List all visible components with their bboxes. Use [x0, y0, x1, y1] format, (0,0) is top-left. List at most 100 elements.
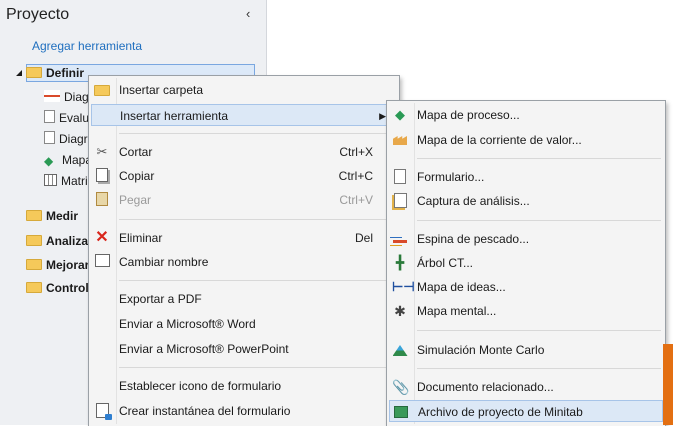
folder-icon: [26, 282, 42, 293]
submenu-item-monte-carlo[interactable]: Simulación Monte Carlo: [387, 339, 665, 361]
menu-item-label: Simulación Monte Carlo: [417, 343, 545, 357]
menu-item-label: Crear instantánea del formulario: [119, 404, 291, 418]
submenu-item-fishbone[interactable]: Espina de pescado...: [387, 228, 665, 250]
context-menu: Insertar carpeta Insertar herramienta ▶ …: [88, 75, 400, 426]
menu-item-label: Insertar herramienta: [120, 109, 229, 123]
tree-label: Mejorar: [46, 258, 88, 272]
add-tool-link[interactable]: Agregar herramienta: [32, 39, 142, 53]
folder-icon: [26, 210, 42, 221]
process-map-icon: ◆: [44, 154, 54, 168]
submenu-item-ct-tree[interactable]: ╋ Árbol CT...: [387, 252, 665, 274]
copy-icon: [94, 168, 110, 184]
mind-map-icon: ✱: [394, 303, 406, 319]
menu-item-label: Mapa de la corriente de valor...: [417, 133, 582, 147]
menu-item-insert-folder[interactable]: Insertar carpeta: [89, 79, 399, 101]
ct-tree-icon: ╋: [396, 255, 404, 270]
menu-item-label: Pegar: [119, 193, 152, 207]
folder-icon: [26, 67, 42, 78]
idea-map-icon: ⊢⊣: [392, 279, 415, 294]
menu-item-rename[interactable]: Cambiar nombre: [89, 251, 399, 273]
rename-icon: [94, 254, 110, 270]
menu-separator: [417, 158, 661, 159]
menu-item-label: Copiar: [119, 169, 155, 183]
menu-item-set-form-icon[interactable]: Establecer icono de formulario: [89, 375, 399, 397]
orange-accent-strip: [663, 344, 673, 425]
tree-label: Diagrama: [64, 90, 88, 104]
menu-separator: [417, 368, 661, 369]
minitab-project-icon: [393, 404, 409, 420]
menu-item-copy[interactable]: Copiar Ctrl+C: [89, 165, 399, 187]
tree-label: Definir: [46, 66, 85, 80]
tree-item-mapa[interactable]: ◆ Mapa: [44, 151, 88, 169]
fishbone-icon: [392, 231, 408, 247]
tree-item-diagrama-1[interactable]: Diagrama: [44, 88, 88, 106]
submenu-item-form[interactable]: Formulario...: [387, 166, 665, 188]
tree-folder-medir[interactable]: Medir: [26, 207, 88, 225]
folder-icon: [26, 259, 42, 270]
menu-item-label: Mapa de ideas...: [417, 280, 506, 294]
paperclip-icon: 📎: [392, 379, 410, 395]
tree-label: Diagrama: [59, 132, 88, 146]
tree-folder-mejorar[interactable]: Mejorar: [26, 256, 88, 274]
menu-item-label: Eliminar: [119, 231, 163, 245]
tree-item-evaluacion[interactable]: Evaluación: [44, 109, 88, 127]
menu-item-form-snapshot[interactable]: Crear instantánea del formulario: [89, 400, 399, 422]
tree-folder-analizar[interactable]: Analizar: [26, 232, 88, 250]
submenu-arrow-icon: ▶: [379, 111, 386, 121]
submenu-item-process-map[interactable]: ◆ Mapa de proceso...: [387, 104, 665, 126]
snapshot-icon: [94, 403, 112, 420]
menu-separator: [119, 367, 395, 368]
folder-icon: [94, 82, 110, 98]
menu-item-cut[interactable]: ✂ Cortar Ctrl+X: [89, 141, 399, 163]
form-icon: [392, 169, 408, 185]
collapse-panel-icon[interactable]: ‹: [246, 6, 250, 21]
menu-item-label: Cortar: [119, 145, 153, 159]
menu-item-delete[interactable]: ✕ Eliminar Del: [89, 227, 399, 249]
menu-item-label: Enviar a Microsoft® PowerPoint: [119, 342, 289, 356]
analysis-capture-icon: [392, 193, 408, 209]
submenu-item-analysis-capture[interactable]: Captura de análisis...: [387, 190, 665, 212]
menu-item-label: Exportar a PDF: [119, 292, 202, 306]
tree-label: Controlar: [46, 281, 88, 295]
menu-item-label: Captura de análisis...: [417, 194, 530, 208]
delete-icon: ✕: [95, 229, 109, 246]
submenu-item-idea-map[interactable]: ⊢⊣ Mapa de ideas...: [387, 276, 665, 298]
matrix-icon: [44, 174, 57, 186]
tree-label: Mapa: [62, 153, 88, 167]
menu-item-label: Árbol CT...: [417, 256, 474, 270]
tree-item-matriz[interactable]: Matriz: [44, 172, 88, 190]
form-icon: [44, 110, 55, 123]
menu-item-label: Enviar a Microsoft® Word: [119, 317, 256, 331]
scissors-icon: ✂: [96, 144, 108, 159]
menu-item-label: Establecer icono de formulario: [119, 379, 282, 393]
paste-icon: [94, 192, 110, 208]
fishbone-icon: [44, 90, 60, 102]
folder-icon: [26, 235, 42, 246]
menu-item-label: Formulario...: [417, 170, 485, 184]
expand-triangle-icon[interactable]: ◢: [16, 64, 22, 82]
submenu-item-related-document[interactable]: 📎 Documento relacionado...: [387, 376, 665, 398]
tree-label: Matriz: [61, 174, 88, 188]
menu-item-label: Cambiar nombre: [119, 255, 209, 269]
menu-item-label: Documento relacionado...: [417, 380, 554, 394]
tree-folder-controlar[interactable]: Controlar: [26, 279, 88, 297]
submenu-item-value-stream-map[interactable]: Mapa de la corriente de valor...: [387, 129, 665, 151]
menu-item-shortcut: Del: [354, 231, 373, 245]
tree-item-diagrama-2[interactable]: Diagrama: [44, 130, 88, 148]
tree-label: Evaluación: [59, 111, 88, 125]
menu-item-insert-tool[interactable]: Insertar herramienta ▶: [91, 104, 397, 126]
menu-item-label: Insertar carpeta: [119, 83, 204, 97]
menu-item-paste[interactable]: Pegar Ctrl+V: [89, 189, 399, 211]
tree-label: Analizar: [46, 234, 88, 248]
menu-item-label: Espina de pescado...: [417, 232, 530, 246]
menu-item-label: Mapa de proceso...: [417, 108, 520, 122]
submenu-item-mind-map[interactable]: ✱ Mapa mental...: [387, 300, 665, 322]
menu-item-export-pdf[interactable]: Exportar a PDF: [89, 288, 399, 310]
tree-label: Medir: [46, 209, 79, 223]
submenu-item-minitab-project[interactable]: Archivo de proyecto de Minitab: [389, 400, 663, 422]
menu-item-send-word[interactable]: Enviar a Microsoft® Word: [89, 313, 399, 335]
menu-item-shortcut: Ctrl+V: [339, 193, 373, 207]
panel-title: Proyecto: [6, 6, 70, 23]
tree-folder-definir[interactable]: Definir: [26, 64, 88, 82]
menu-item-send-powerpoint[interactable]: Enviar a Microsoft® PowerPoint: [89, 338, 399, 360]
